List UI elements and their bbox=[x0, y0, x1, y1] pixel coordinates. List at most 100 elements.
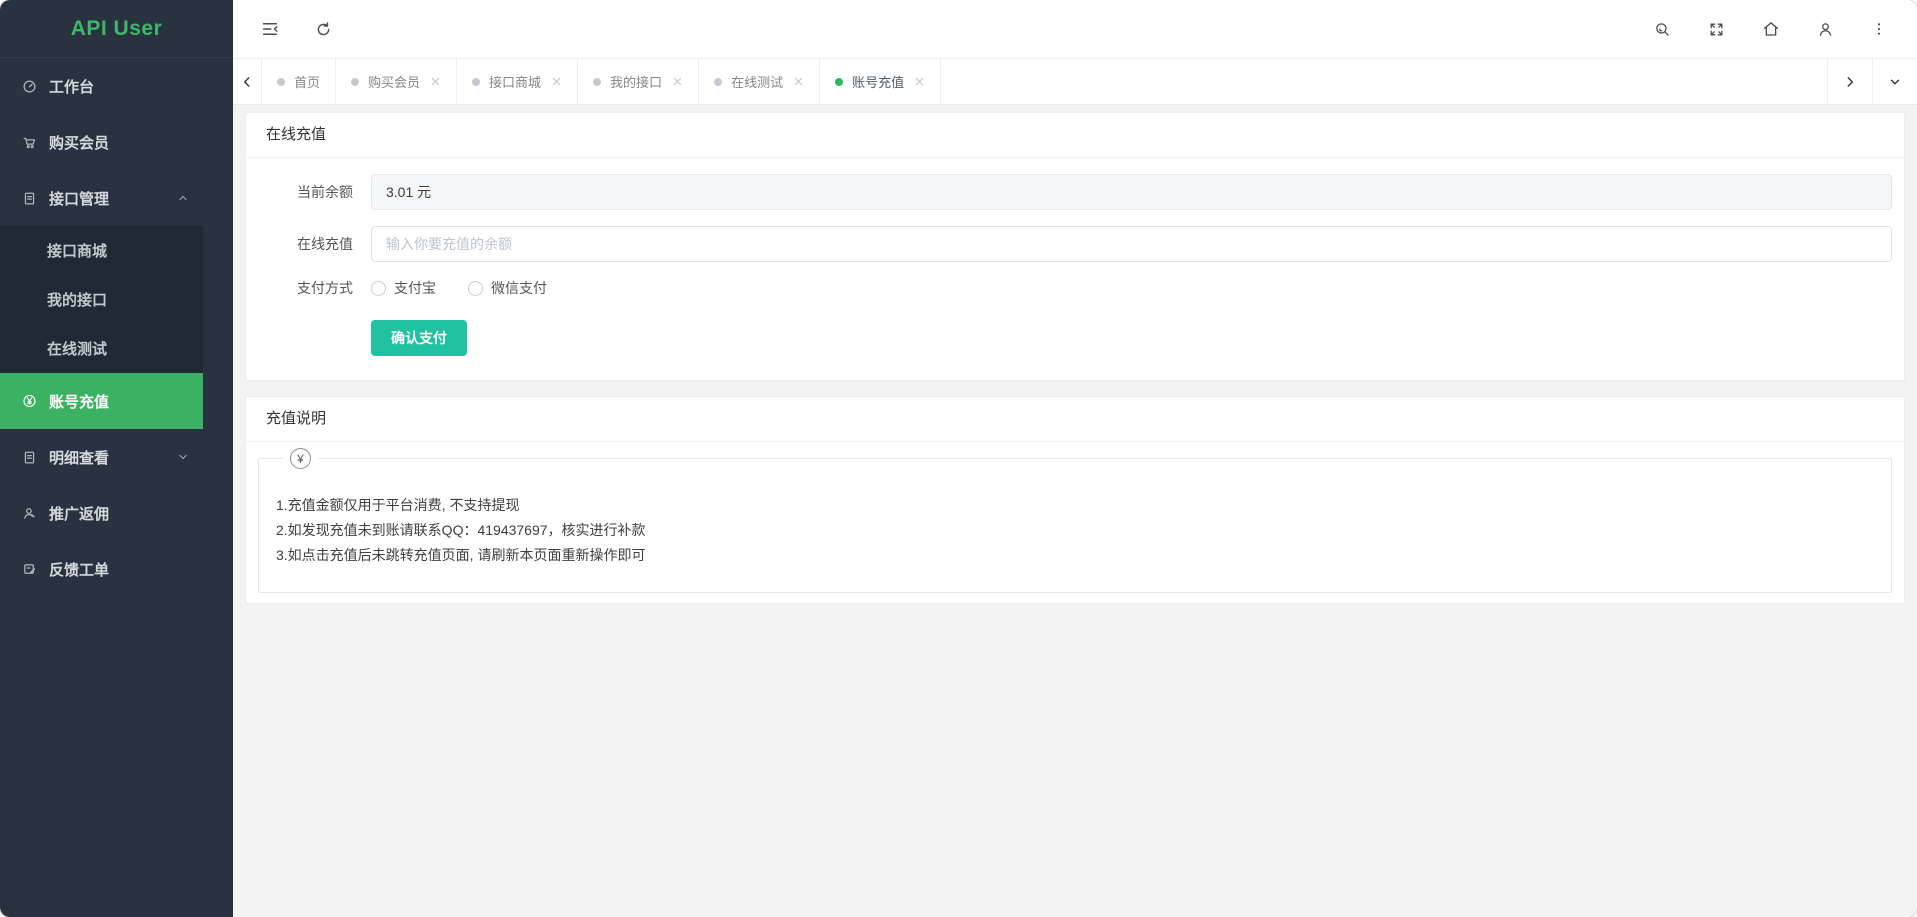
search-icon[interactable] bbox=[1654, 21, 1671, 38]
payment-method-label: 支付方式 bbox=[297, 278, 359, 298]
sidebar-item-my-api[interactable]: 我的接口 bbox=[0, 275, 203, 324]
tab-bar: 首页 购买会员 接口商城 我的接口 bbox=[233, 58, 1917, 105]
radio-circle-icon[interactable] bbox=[371, 281, 386, 296]
main-area: 首页 购买会员 接口商城 我的接口 bbox=[233, 0, 1917, 917]
card-title: 充值说明 bbox=[246, 397, 1904, 442]
close-icon[interactable] bbox=[430, 76, 441, 87]
online-recharge-card: 在线充值 当前余额 在线充值 支付方式 bbox=[245, 112, 1905, 381]
amount-row: 在线充值 bbox=[297, 226, 1892, 262]
sidebar-item-label: 我的接口 bbox=[47, 289, 107, 310]
notice-line: 2.如发现充值未到账请联系QQ：419437697，核实进行补款 bbox=[276, 518, 1871, 543]
notice-body: ¥ 1.充值金额仅用于平台消费, 不支持提现 2.如发现充值未到账请联系QQ：4… bbox=[246, 442, 1904, 603]
sidebar-item-api-management[interactable]: 接口管理 bbox=[0, 170, 203, 226]
yen-circle-icon bbox=[22, 394, 37, 409]
more-vertical-icon[interactable] bbox=[1871, 21, 1887, 37]
sidebar-item-online-test[interactable]: 在线测试 bbox=[0, 324, 203, 373]
radio-wechat-pay[interactable]: 微信支付 bbox=[468, 278, 547, 298]
sidebar-item-label: 反馈工单 bbox=[49, 559, 109, 580]
sidebar: API User 工作台 购买会员 接口管理 bbox=[0, 0, 233, 917]
tab-dot bbox=[835, 78, 843, 86]
page-content: 在线充值 当前余额 在线充值 支付方式 bbox=[233, 105, 1917, 917]
tab-label: 接口商城 bbox=[489, 72, 541, 91]
app-logo: API User bbox=[0, 0, 233, 58]
sidebar-item-label: 账号充值 bbox=[49, 391, 109, 412]
document-icon bbox=[22, 450, 37, 465]
tab-dot bbox=[277, 78, 285, 86]
app-window: API User 工作台 购买会员 接口管理 bbox=[0, 0, 1917, 917]
close-icon[interactable] bbox=[914, 76, 925, 87]
chevron-up-icon bbox=[177, 192, 189, 204]
refresh-icon[interactable] bbox=[315, 21, 332, 38]
sidebar-item-api-mall[interactable]: 接口商城 bbox=[0, 226, 203, 275]
radio-alipay[interactable]: 支付宝 bbox=[371, 278, 436, 298]
tab-label: 首页 bbox=[294, 72, 320, 91]
tab-label: 我的接口 bbox=[610, 72, 662, 91]
user-icon[interactable] bbox=[1817, 21, 1834, 38]
tabs-menu-dropdown-icon[interactable] bbox=[1872, 59, 1917, 104]
radio-label: 微信支付 bbox=[491, 278, 547, 298]
card-title: 在线充值 bbox=[246, 113, 1904, 158]
tab-dot bbox=[351, 78, 359, 86]
notice-line: 1.充值金额仅用于平台消费, 不支持提现 bbox=[276, 493, 1871, 518]
recharge-form: 当前余额 在线充值 支付方式 支付宝 bbox=[246, 158, 1904, 380]
sidebar-item-label: 接口商城 bbox=[47, 240, 107, 261]
fullscreen-icon[interactable] bbox=[1708, 21, 1725, 38]
yen-circle-icon: ¥ bbox=[290, 448, 311, 469]
payment-method-row: 支付方式 支付宝 微信支付 bbox=[297, 278, 1892, 298]
tab-dot bbox=[714, 78, 722, 86]
tab-buy-membership[interactable]: 购买会员 bbox=[336, 59, 457, 104]
tab-label: 购买会员 bbox=[368, 72, 420, 91]
dashboard-icon bbox=[22, 79, 37, 94]
sidebar-item-feedback-ticket[interactable]: 反馈工单 bbox=[0, 541, 203, 597]
notice-legend: ¥ bbox=[283, 448, 318, 469]
close-icon[interactable] bbox=[551, 76, 562, 87]
tab-api-mall[interactable]: 接口商城 bbox=[457, 59, 578, 104]
sidebar-item-label: 在线测试 bbox=[47, 338, 107, 359]
tab-account-recharge[interactable]: 账号充值 bbox=[820, 59, 941, 104]
notice-line: 3.如点击充值后未跳转充值页面, 请刷新本页面重新操作即可 bbox=[276, 543, 1871, 568]
confirm-payment-button[interactable]: 确认支付 bbox=[371, 320, 467, 356]
menu-collapse-icon[interactable] bbox=[261, 20, 279, 38]
sidebar-item-buy-membership[interactable]: 购买会员 bbox=[0, 114, 203, 170]
home-icon[interactable] bbox=[1762, 20, 1780, 38]
document-icon bbox=[22, 191, 37, 206]
chevron-down-icon bbox=[177, 451, 189, 463]
tab-my-api[interactable]: 我的接口 bbox=[578, 59, 699, 104]
sidebar-submenu-api-management: 接口商城 我的接口 在线测试 bbox=[0, 226, 203, 373]
close-icon[interactable] bbox=[793, 76, 804, 87]
tab-dot bbox=[472, 78, 480, 86]
sidebar-item-label: 推广返佣 bbox=[49, 503, 109, 524]
sidebar-item-label: 工作台 bbox=[49, 76, 94, 97]
tab-dot bbox=[593, 78, 601, 86]
sidebar-item-label: 接口管理 bbox=[49, 188, 109, 209]
sidebar-item-label: 明细查看 bbox=[49, 447, 109, 468]
top-header bbox=[233, 0, 1917, 58]
radio-circle-icon[interactable] bbox=[468, 281, 483, 296]
payment-options: 支付宝 微信支付 bbox=[371, 278, 547, 298]
feedback-icon bbox=[22, 562, 37, 577]
current-balance-field bbox=[371, 174, 1892, 210]
sidebar-item-promotion-rebate[interactable]: 推广返佣 bbox=[0, 485, 203, 541]
tab-label: 账号充值 bbox=[852, 72, 904, 91]
tab-home[interactable]: 首页 bbox=[261, 59, 336, 104]
sidebar-menu: 工作台 购买会员 接口管理 接口商城 bbox=[0, 58, 203, 597]
tabbar-spacer bbox=[941, 59, 1827, 104]
sidebar-item-workbench[interactable]: 工作台 bbox=[0, 58, 203, 114]
recharge-notice-card: 充值说明 ¥ 1.充值金额仅用于平台消费, 不支持提现 2.如发现充值未到账请联… bbox=[245, 396, 1905, 604]
tabs-scroll-right-icon[interactable] bbox=[1827, 59, 1872, 104]
close-icon[interactable] bbox=[672, 76, 683, 87]
tab-label: 在线测试 bbox=[731, 72, 783, 91]
notice-box: ¥ 1.充值金额仅用于平台消费, 不支持提现 2.如发现充值未到账请联系QQ：4… bbox=[258, 458, 1892, 593]
balance-label: 当前余额 bbox=[297, 182, 359, 202]
sidebar-item-account-recharge[interactable]: 账号充值 bbox=[0, 373, 203, 429]
recharge-amount-input[interactable] bbox=[371, 226, 1892, 262]
cart-icon bbox=[22, 135, 37, 150]
sidebar-item-detail-view[interactable]: 明细查看 bbox=[0, 429, 203, 485]
tabs-scroll-left-icon[interactable] bbox=[233, 59, 261, 104]
person-icon bbox=[22, 506, 37, 521]
radio-label: 支付宝 bbox=[394, 278, 436, 298]
tab-online-test[interactable]: 在线测试 bbox=[699, 59, 820, 104]
balance-row: 当前余额 bbox=[297, 174, 1892, 210]
sidebar-item-label: 购买会员 bbox=[49, 132, 109, 153]
amount-label: 在线充值 bbox=[297, 234, 359, 254]
